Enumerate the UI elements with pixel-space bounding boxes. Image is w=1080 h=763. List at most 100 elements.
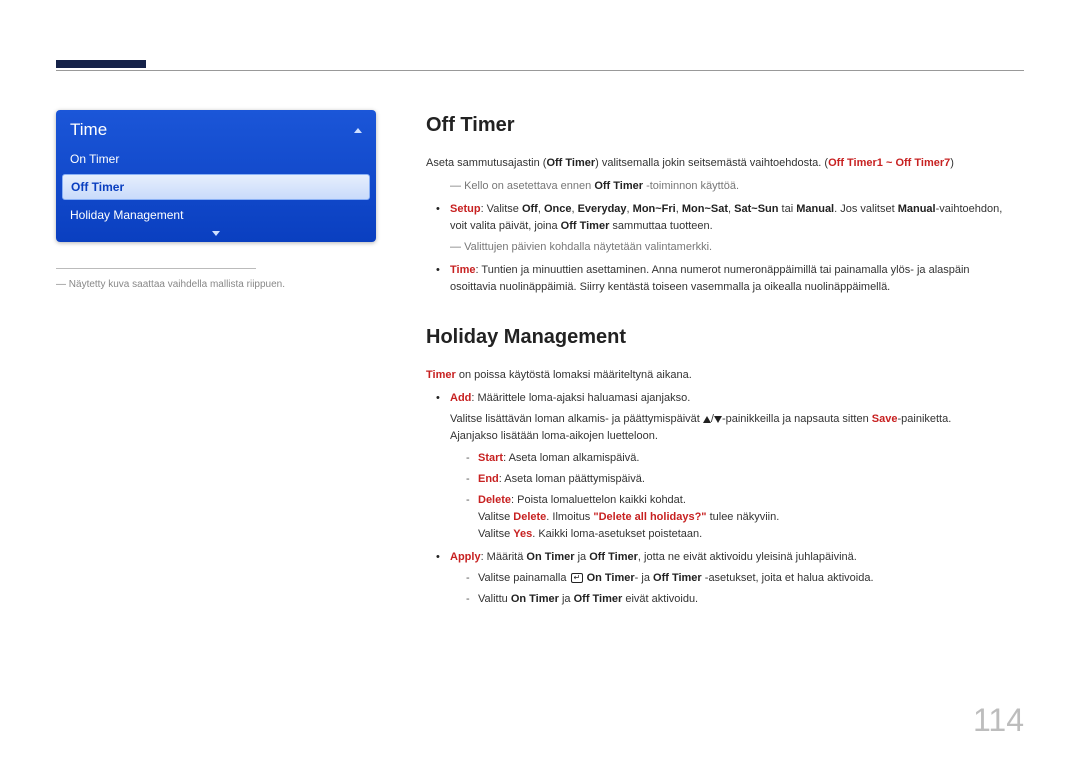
page-number: 114 [973,702,1024,739]
label-end: End [478,473,499,485]
osd-item-holiday-management[interactable]: Holiday Management [56,202,376,228]
text: on poissa käytöstä lomaksi määriteltynä … [456,369,692,381]
text: sammuttaa tuotteen. [609,220,712,232]
text: : Aseta loman alkamispäivä. [503,452,639,464]
red-text: Yes [513,528,532,540]
sub-start: Start: Aseta loman alkamispäivä. [478,450,1014,467]
red-text: "Delete all holidays?" [593,511,706,523]
osd-item-on-timer[interactable]: On Timer [56,146,376,172]
text: : Valitse [481,203,522,215]
text: Valittu [478,593,511,605]
holiday-add: Add: Määrittele loma-ajaksi haluamasi aj… [440,390,1014,542]
offtimer-list: Setup: Valitse Off, Once, Everyday, Mon~… [426,201,1014,296]
text: -asetukset, joita et halua aktivoida. [702,572,874,584]
text: ja [575,551,590,563]
right-column: Off Timer Aseta sammutusajastin (Off Tim… [426,110,1024,614]
label-time: Time [450,264,475,276]
bold-text: Off Timer [574,593,623,605]
opt-monsat: Mon~Sat [682,203,728,215]
text: . Jos valitset [834,203,898,215]
content-row: Time On Timer Off Timer Holiday Manageme… [56,60,1024,614]
label-apply: Apply [450,551,481,563]
text: : Aseta loman päättymispäivä. [499,473,645,485]
text: . Kaikki loma-asetukset poistetaan. [532,528,702,540]
delete-line1: Valitse Delete. Ilmoitus "Delete all hol… [478,509,1014,526]
triangle-up-icon [703,416,711,423]
opt-monfri: Mon~Fri [633,203,676,215]
opt-once: Once [544,203,572,215]
text: Valitse [478,511,513,523]
header-rule [56,70,1024,71]
bold-text: Off Timer [561,220,610,232]
text: -painikkeilla ja napsauta sitten [722,413,872,425]
triangle-down-icon [212,231,220,236]
page-root: Time On Timer Off Timer Holiday Manageme… [0,0,1080,763]
text: -toiminnon käyttöä. [643,180,739,192]
add-line1: Valitse lisättävän loman alkamis- ja pää… [450,411,1014,428]
text: , jotta ne eivät aktivoidu yleisinä juhl… [638,551,857,563]
opt-off: Off [522,203,538,215]
offtimer-intro: Aseta sammutusajastin (Off Timer) valits… [426,155,1014,172]
bold-text: On Timer [511,593,559,605]
bold-text: On Timer [587,572,635,584]
opt-manual: Manual [796,203,834,215]
opt-satsun: Sat~Sun [734,203,778,215]
bold-text: Off Timer [653,572,702,584]
text: Valitse [478,528,513,540]
holiday-intro: Timer on poissa käytöstä lomaksi määrite… [426,367,1014,384]
bold-text: Off Timer [589,551,638,563]
text: Valitse painamalla [478,572,570,584]
apply-d2: Valittu On Timer ja Off Timer eivät akti… [478,591,1014,608]
sub-delete: Delete: Poista lomaluettelon kaikki kohd… [478,492,1014,543]
left-footnote: Näytetty kuva saattaa vaihdella mallista… [56,279,376,290]
add-line2: Ajanjakso lisätään loma-aikojen luettelo… [450,428,1014,445]
osd-menu: Time On Timer Off Timer Holiday Manageme… [56,110,376,242]
text: Aseta sammutusajastin ( [426,157,546,169]
text: - ja [635,572,653,584]
text: : Määrittele loma-ajaksi haluamasi ajanj… [471,392,690,404]
offtimer-note: Kello on asetettava ennen Off Timer -toi… [426,178,1014,195]
text: ) valitsemalla jokin seitsemästä vaihtoe… [595,157,828,169]
text: tai [778,203,796,215]
setup-subnote: Valittujen päivien kohdalla näytetään va… [450,239,1014,256]
enter-icon [571,573,583,583]
apply-d1: Valitse painamalla On Timer- ja Off Time… [478,570,1014,587]
holiday-apply: Apply: Määritä On Timer ja Off Timer, jo… [440,549,1014,608]
holiday-list: Add: Määrittele loma-ajaksi haluamasi aj… [426,390,1014,608]
heading-off-timer: Off Timer [426,110,1014,141]
osd-title-row: Time [56,110,376,146]
offtimer-time: Time: Tuntien ja minuuttien asettaminen.… [440,262,1014,296]
text: eivät aktivoidu. [622,593,698,605]
header-accent-bar [56,60,146,68]
opt-everyday: Everyday [578,203,627,215]
osd-footer [56,228,376,242]
osd-item-off-timer[interactable]: Off Timer [62,174,370,200]
text: : Poista lomaluettelon kaikki kohdat. [511,494,686,506]
label-setup: Setup [450,203,481,215]
red-text: Save [872,413,898,425]
text: : Tuntien ja minuuttien asettaminen. Ann… [450,264,970,293]
triangle-down-icon [714,416,722,423]
delete-line2: Valitse Yes. Kaikki loma-asetukset poist… [478,526,1014,543]
label-add: Add [450,392,471,404]
triangle-up-icon [354,128,362,133]
text: -painiketta. [897,413,951,425]
add-sublist: Start: Aseta loman alkamispäivä. End: As… [450,450,1014,543]
label-start: Start [478,452,503,464]
bold-text: Off Timer [594,180,643,192]
label-delete: Delete [478,494,511,506]
text: tulee näkyviin. [707,511,780,523]
opt-manual2: Manual [898,203,936,215]
apply-sublist: Valitse painamalla On Timer- ja Off Time… [450,570,1014,608]
text: Valitse lisättävän loman alkamis- ja pää… [450,413,703,425]
offtimer-setup: Setup: Valitse Off, Once, Everyday, Mon~… [440,201,1014,256]
text: : Määritä [481,551,527,563]
osd-title: Time [70,120,107,140]
red-text: Off Timer1 ~ Off Timer7 [828,157,950,169]
left-divider [56,268,256,269]
text: . Ilmoitus [546,511,593,523]
text: ) [950,157,954,169]
red-text: Timer [426,369,456,381]
sub-end: End: Aseta loman päättymispäivä. [478,471,1014,488]
text: Kello on asetettava ennen [464,180,594,192]
